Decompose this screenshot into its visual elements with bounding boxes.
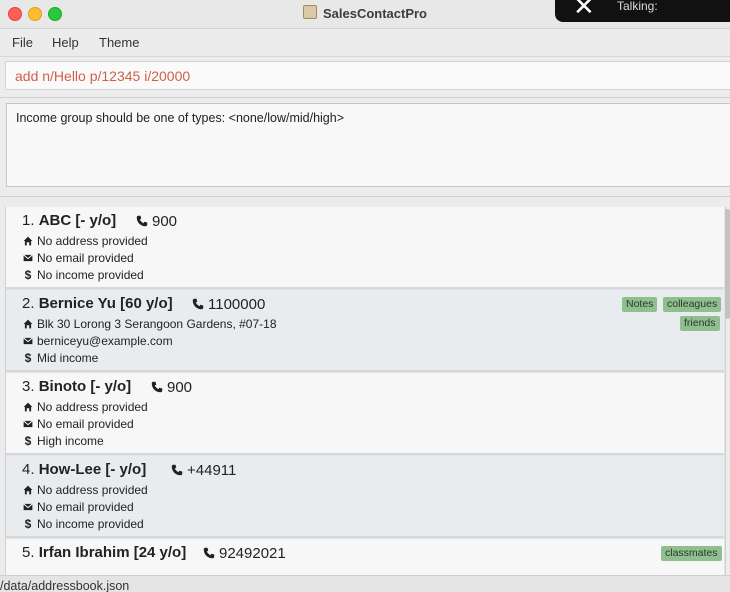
- person-header: 2. Bernice Yu [60 y/o]: [22, 295, 173, 312]
- envelope-icon: [23, 420, 33, 428]
- notification-banner[interactable]: ✕ Talking:: [555, 0, 730, 22]
- tag-badge: friends: [680, 316, 720, 331]
- envelope-icon: [23, 337, 33, 345]
- income-text: No income provided: [37, 517, 144, 531]
- phone-number: 900: [152, 213, 178, 230]
- person-index: 3.: [22, 378, 35, 395]
- menu-help[interactable]: Help: [52, 35, 79, 50]
- person-income: $ No income provided: [23, 517, 144, 531]
- email-text: No email provided: [37, 500, 134, 514]
- phone-number: 1100000: [208, 296, 266, 313]
- address-text: Blk 30 Lorong 3 Serangoon Gardens, #07-1…: [37, 317, 277, 331]
- command-input[interactable]: add n/Hello p/12345 i/20000: [5, 61, 730, 90]
- person-list-panel: 1. ABC [- y/o] 900 No address provided N…: [0, 196, 730, 575]
- person-header: 4. How-Lee [- y/o]: [22, 461, 146, 478]
- envelope-icon: [23, 503, 33, 511]
- dollar-icon: $: [24, 517, 32, 531]
- income-text: High income: [37, 434, 104, 448]
- app-icon: [302, 5, 317, 19]
- email-text: No email provided: [37, 417, 134, 431]
- notification-text: Talking:: [617, 0, 658, 13]
- dollar-icon: $: [24, 434, 32, 448]
- dollar-icon: $: [24, 351, 32, 365]
- person-name: Bernice Yu [60 y/o]: [38, 295, 173, 312]
- person-phone: 900: [136, 213, 177, 230]
- person-list[interactable]: 1. ABC [- y/o] 900 No address provided N…: [5, 207, 726, 575]
- person-header: 1. ABC [- y/o]: [22, 212, 116, 229]
- phone-number: +44911: [187, 462, 237, 479]
- person-card[interactable]: 1. ABC [- y/o] 900 No address provided N…: [6, 207, 724, 289]
- command-box: add n/Hello p/12345 i/20000: [0, 57, 730, 95]
- person-address: No address provided: [23, 400, 148, 414]
- tag-badge: colleagues: [663, 297, 722, 312]
- person-phone: 92492021: [203, 545, 286, 562]
- person-index: 5.: [22, 544, 35, 561]
- home-icon: [23, 319, 33, 329]
- person-phone: 1100000: [192, 296, 265, 313]
- address-text: No address provided: [37, 483, 148, 497]
- dollar-icon: $: [24, 268, 32, 282]
- income-text: Mid income: [37, 351, 99, 365]
- close-icon[interactable]: ✕: [573, 0, 595, 20]
- person-email: No email provided: [23, 500, 134, 514]
- person-header: 3. Binoto [- y/o]: [22, 378, 131, 395]
- list-scrollbar[interactable]: [725, 209, 730, 319]
- email-text: berniceyu@example.com: [37, 334, 173, 348]
- person-phone: +44911: [171, 462, 236, 479]
- tag-badge: Notes: [622, 297, 658, 312]
- window-title: SalesContactPro: [322, 6, 428, 21]
- app-window: SalesContactPro ✕ Talking: File Help The…: [0, 0, 730, 592]
- person-name: ABC [- y/o]: [38, 212, 117, 229]
- person-header: 5. Irfan Ibrahim [24 y/o]: [22, 544, 186, 561]
- address-text: No address provided: [37, 400, 148, 414]
- person-card[interactable]: 2. Bernice Yu [60 y/o] 1100000 Blk 30 Lo…: [6, 290, 724, 372]
- person-card[interactable]: 3. Binoto [- y/o] 900 No address provide…: [6, 373, 724, 455]
- save-location-path: /data/addressbook.json: [0, 579, 130, 592]
- person-card[interactable]: 5. Irfan Ibrahim [24 y/o] 92492021 class…: [6, 539, 724, 575]
- person-card[interactable]: 4. How-Lee [- y/o] +44911 No address pro…: [6, 456, 724, 538]
- person-email: berniceyu@example.com: [23, 334, 173, 348]
- person-name: Binoto [- y/o]: [38, 378, 132, 395]
- menu-theme[interactable]: Theme: [99, 35, 139, 50]
- phone-number: 900: [167, 379, 193, 396]
- person-index: 4.: [22, 461, 35, 478]
- person-income: $ Mid income: [23, 351, 99, 365]
- phone-icon: [192, 298, 204, 310]
- tag-badge: classmates: [661, 546, 722, 561]
- menu-bar: File Help Theme: [0, 29, 730, 57]
- person-income: $ No income provided: [23, 268, 144, 282]
- person-address: No address provided: [23, 234, 148, 248]
- income-text: No income provided: [37, 268, 144, 282]
- person-name: How-Lee [- y/o]: [38, 461, 147, 478]
- person-email: No email provided: [23, 417, 134, 431]
- email-text: No email provided: [37, 251, 134, 265]
- home-icon: [23, 236, 33, 246]
- phone-icon: [171, 464, 183, 476]
- phone-number: 92492021: [219, 545, 286, 562]
- phone-icon: [136, 215, 148, 227]
- envelope-icon: [23, 254, 33, 262]
- status-bar: /data/addressbook.json: [0, 575, 730, 592]
- address-text: No address provided: [37, 234, 148, 248]
- person-phone: 900: [151, 379, 192, 396]
- person-name: Irfan Ibrahim [24 y/o]: [38, 544, 187, 561]
- person-address: Blk 30 Lorong 3 Serangoon Gardens, #07-1…: [23, 317, 277, 331]
- menu-file[interactable]: File: [12, 35, 33, 50]
- home-icon: [23, 402, 33, 412]
- result-message[interactable]: Income group should be one of types: <no…: [6, 103, 730, 187]
- phone-icon: [203, 547, 215, 559]
- phone-icon: [151, 381, 163, 393]
- result-display-pane: Income group should be one of types: <no…: [0, 97, 730, 196]
- person-index: 2.: [22, 295, 35, 312]
- person-income: $ High income: [23, 434, 104, 448]
- person-email: No email provided: [23, 251, 134, 265]
- person-index: 1.: [22, 212, 35, 229]
- person-address: No address provided: [23, 483, 148, 497]
- home-icon: [23, 485, 33, 495]
